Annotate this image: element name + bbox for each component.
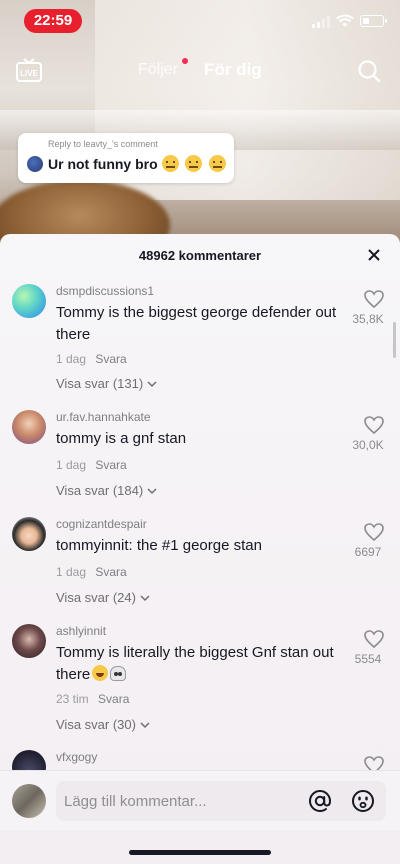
notification-dot [182, 58, 188, 64]
avatar[interactable] [12, 517, 46, 551]
battery-icon [360, 15, 387, 27]
comment-text: tommy is a gnf stan [56, 430, 187, 447]
avatar[interactable] [12, 284, 46, 318]
reply-to-label: Reply to leavty_'s comment [48, 139, 158, 149]
status-time: 22:59 [24, 9, 82, 33]
feed-tabs: Följer För dig [0, 58, 400, 84]
view-replies-button[interactable]: Visa svar (24) [56, 590, 150, 605]
like-count: 30,0K [352, 438, 384, 452]
like-count: 5554 [354, 652, 382, 666]
reply-avatar [27, 156, 43, 172]
comment-username[interactable]: ashlyinnit [56, 624, 106, 638]
comment-text: Tommy is the biggest george defender out… [56, 304, 337, 343]
comment-meta: 1 dag Svara [56, 458, 127, 472]
chevron-down-icon [140, 595, 150, 602]
close-icon [368, 249, 380, 261]
chevron-down-icon [140, 722, 150, 729]
view-replies-button[interactable]: Visa svar (131) [56, 376, 157, 391]
wifi-icon [336, 14, 354, 27]
comment-username[interactable]: dsmpdiscussions1 [56, 284, 154, 298]
comment-username[interactable]: ur.fav.hannahkate [56, 410, 151, 424]
comments-header: 48962 kommentarer [0, 234, 400, 276]
comment-age: 1 dag [56, 458, 87, 472]
view-replies-label: Visa svar (131) [56, 376, 144, 391]
comment-meta: 1 dag Svara [56, 352, 127, 366]
view-replies-label: Visa svar (30) [56, 717, 136, 732]
comment-age: 23 tim [56, 692, 89, 706]
comment-age: 1 dag [56, 565, 87, 579]
close-button[interactable] [364, 246, 384, 266]
reply-button[interactable]: Svara [95, 458, 126, 472]
reply-sticker[interactable]: Reply to leavty_'s comment Ur not funny … [18, 133, 234, 183]
tab-for-you[interactable]: För dig [204, 60, 262, 80]
comment-username[interactable]: vfxgogy [56, 750, 97, 764]
avatar[interactable] [12, 410, 46, 444]
comment-meta: 23 tim Svara [56, 692, 129, 706]
comment-input-bar [0, 770, 400, 830]
reply-text: Ur not funny bro [48, 156, 158, 172]
chevron-down-icon [147, 381, 157, 388]
skull-emoji-icon [110, 666, 127, 681]
comment-age: 1 dag [56, 352, 87, 366]
like-count: 35,8K [352, 312, 384, 326]
comment-meta: 1 dag Svara [56, 565, 127, 579]
view-replies-button[interactable]: Visa svar (184) [56, 483, 157, 498]
comment-input[interactable] [64, 789, 294, 813]
reply-button[interactable]: Svara [95, 352, 126, 366]
laughing-emoji-icon [92, 665, 109, 681]
signal-icon [312, 16, 330, 28]
status-bar: 22:59 [0, 0, 400, 42]
heart-icon[interactable] [364, 416, 384, 434]
comment-text: tommyinnit: the #1 george stan [56, 537, 262, 554]
search-icon[interactable] [357, 59, 381, 83]
reply-emojis [162, 155, 228, 177]
heart-icon[interactable] [364, 523, 384, 541]
view-replies-label: Visa svar (24) [56, 590, 136, 605]
comment-username[interactable]: cognizantdespair [56, 517, 147, 531]
view-replies-label: Visa svar (184) [56, 483, 144, 498]
heart-icon[interactable] [364, 290, 384, 308]
reply-button[interactable]: Svara [95, 565, 126, 579]
grimace-emoji-icon [185, 155, 203, 172]
reply-button[interactable]: Svara [98, 692, 129, 706]
avatar[interactable] [12, 624, 46, 658]
comment-count: 48962 kommentarer [138, 248, 262, 263]
scroll-indicator[interactable] [393, 322, 396, 358]
heart-icon[interactable] [364, 630, 384, 648]
emoji-icon[interactable] [351, 789, 375, 813]
tab-following[interactable]: Följer [138, 61, 178, 79]
heart-icon[interactable] [364, 756, 384, 770]
comment-item[interactable]: vfxgogy [0, 750, 400, 770]
like-count: 6697 [354, 545, 382, 559]
view-replies-button[interactable]: Visa svar (30) [56, 717, 150, 732]
my-avatar[interactable] [12, 784, 46, 818]
home-indicator[interactable] [129, 850, 271, 855]
grimace-emoji-icon [162, 155, 179, 172]
mention-icon[interactable] [308, 789, 332, 813]
grimace-emoji-icon [208, 155, 226, 172]
avatar[interactable] [12, 750, 46, 770]
chevron-down-icon [147, 488, 157, 495]
comment-text: Tommy is literally the biggest Gnf stan … [56, 642, 346, 686]
comment-field[interactable] [56, 781, 386, 821]
